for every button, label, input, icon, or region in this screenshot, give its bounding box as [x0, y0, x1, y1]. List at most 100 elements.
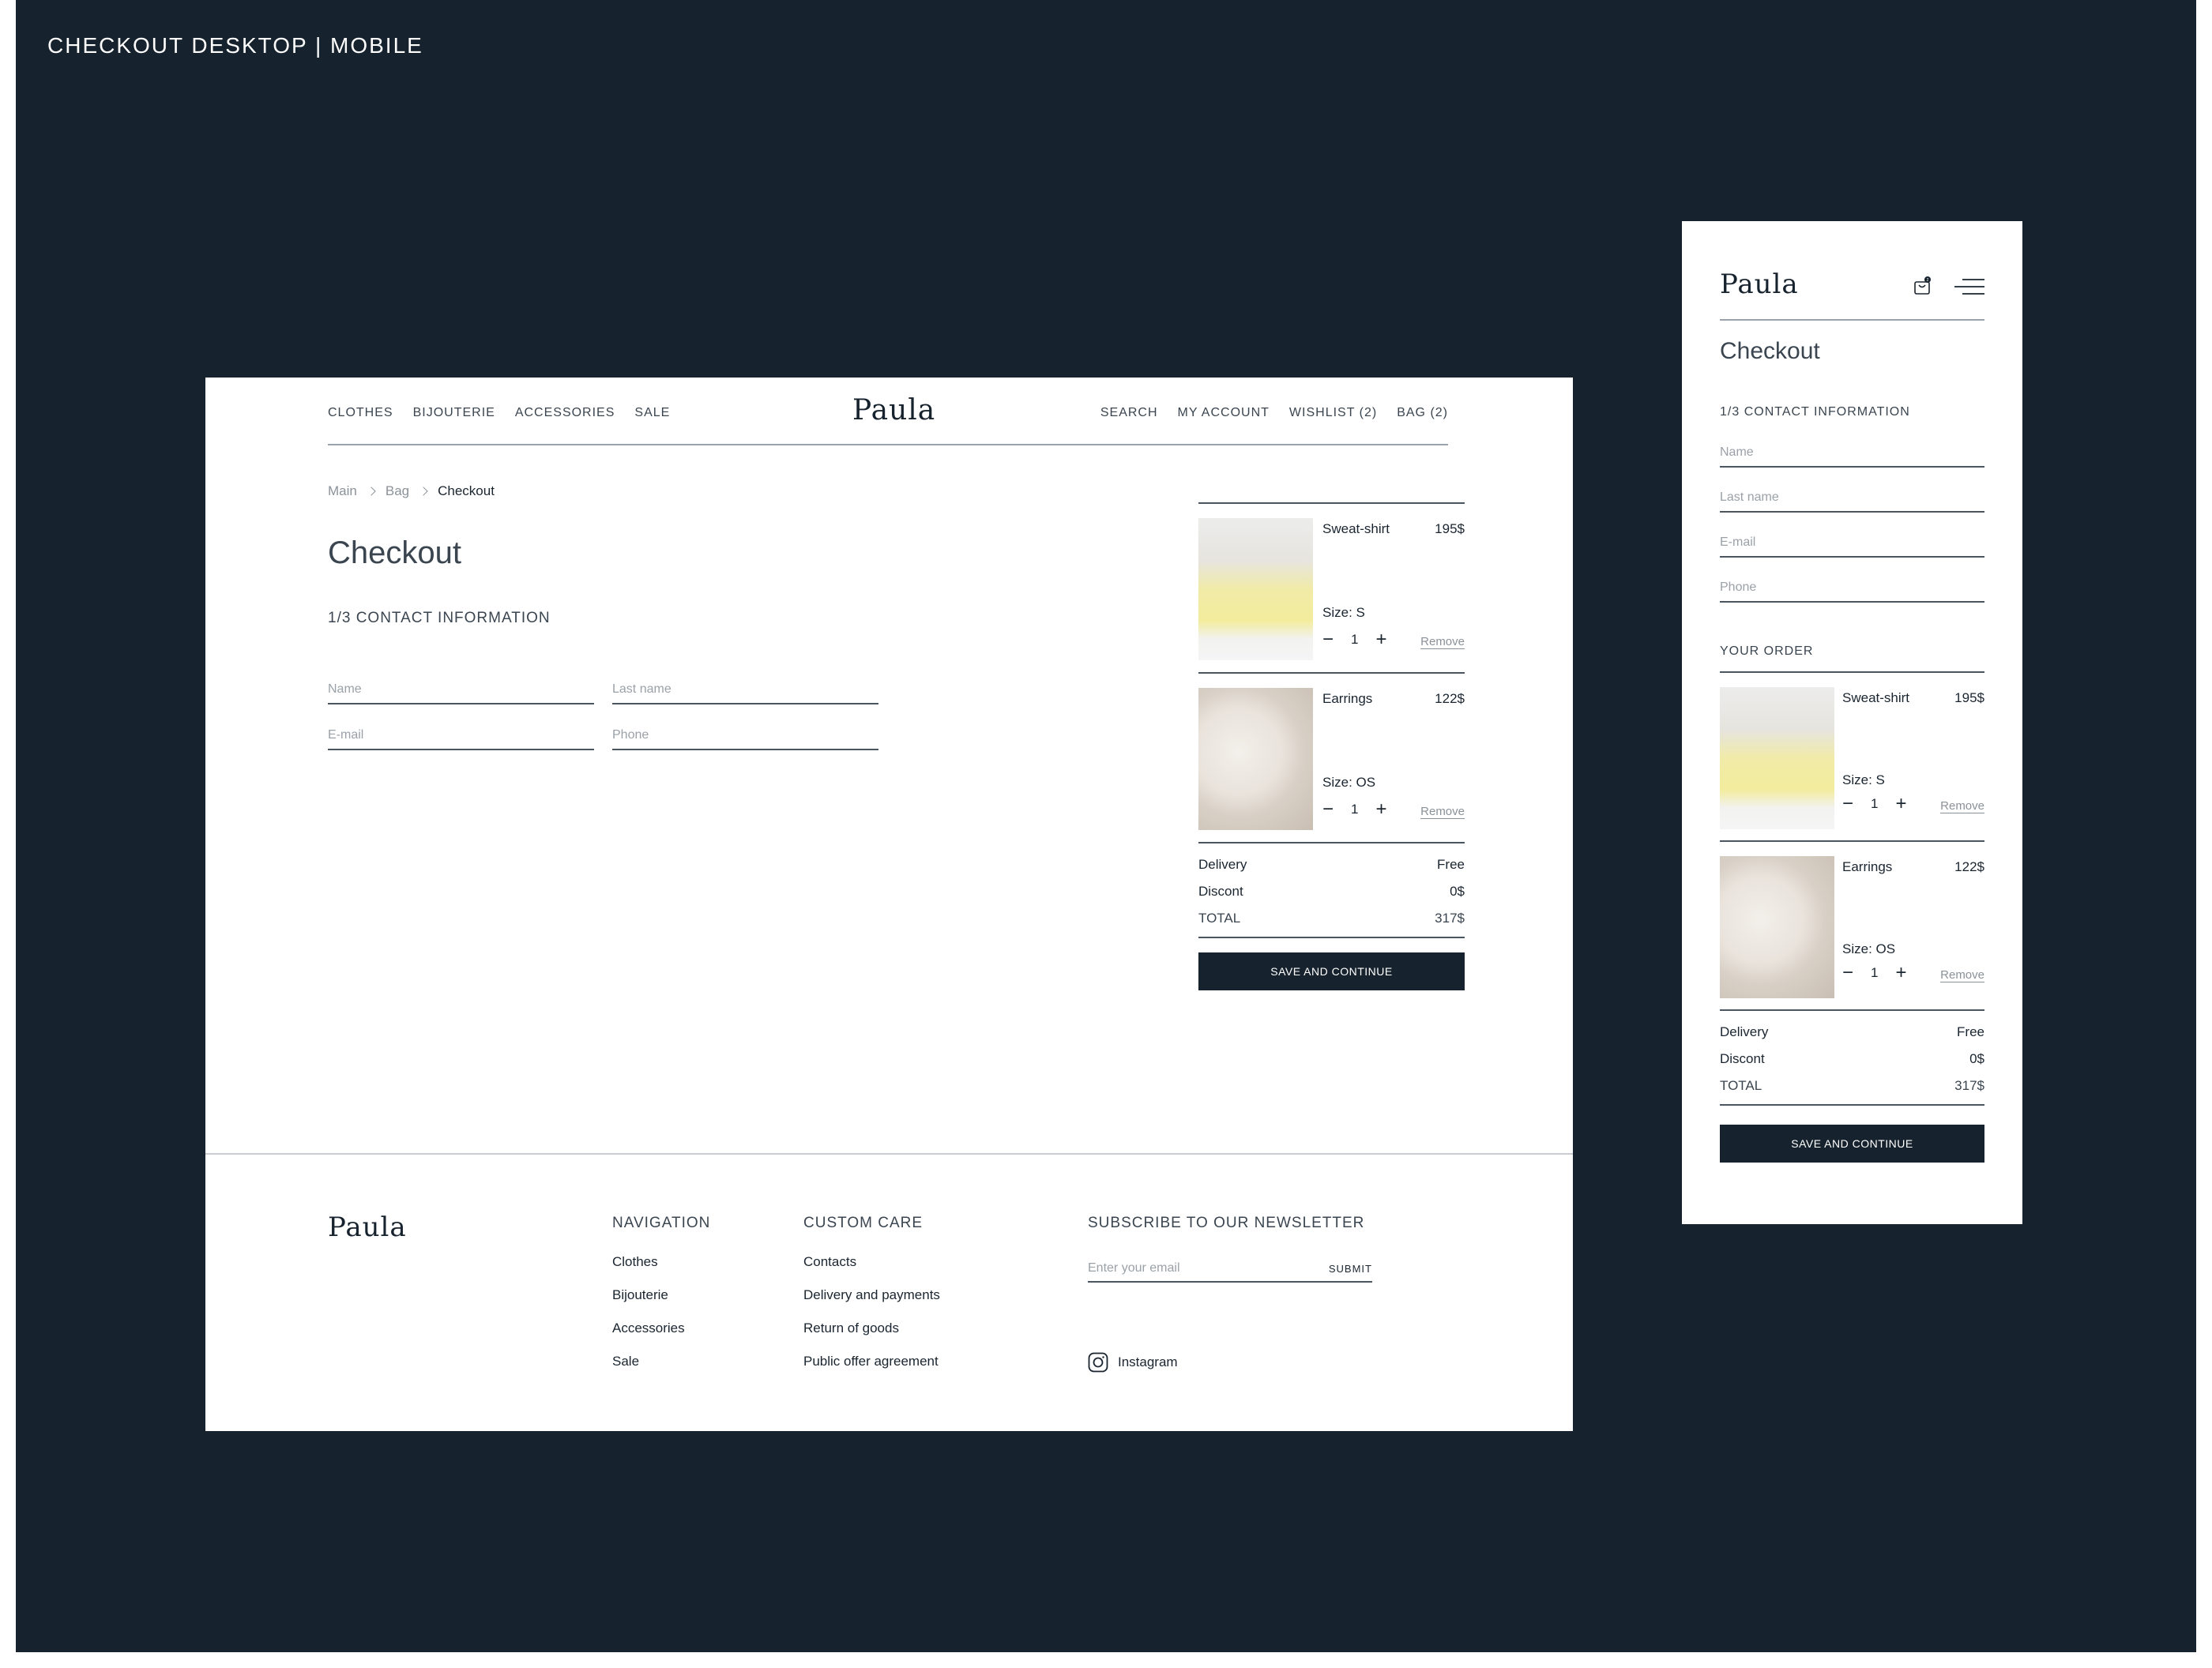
mobile-save-and-continue-button[interactable]: SAVE AND CONTINUE [1720, 1125, 1984, 1163]
item-name[interactable]: Sweat-shirt [1842, 690, 1909, 706]
desktop-checkout-frame: CLOTHES BIJOUTERIE ACCESSORIES SALE Paul… [205, 378, 1573, 1431]
hamburger-menu-icon[interactable] [1953, 278, 1984, 295]
plus-icon[interactable]: + [1375, 800, 1386, 819]
earrings-photo[interactable] [1198, 688, 1313, 830]
minus-icon[interactable]: − [1322, 630, 1334, 649]
newsletter-form: SUBMIT [1088, 1256, 1372, 1283]
order-totals: Delivery Free Discont 0$ TOTAL 317$ [1198, 843, 1465, 938]
discount-value: 0$ [1969, 1051, 1984, 1066]
delivery-value: Free [1957, 1024, 1984, 1039]
discount-row: Discont 0$ [1198, 878, 1465, 905]
footer-link-clothes[interactable]: Clothes [612, 1254, 710, 1287]
mobile-header: Paula 2 [1720, 269, 1984, 321]
quantity-stepper: − 1 + [1322, 800, 1387, 819]
plus-icon[interactable]: + [1895, 795, 1906, 813]
nav-wishlist[interactable]: WISHLIST (2) [1289, 406, 1377, 420]
shopping-bag-icon[interactable]: 2 [1913, 276, 1931, 295]
item-size: Size: S [1842, 772, 1885, 787]
brand-logo[interactable]: Paula [852, 394, 935, 426]
phone-input[interactable] [612, 727, 878, 744]
mobile-brand-logo[interactable]: Paula [1720, 269, 1799, 300]
breadcrumb-bag[interactable]: Bag [386, 483, 409, 499]
plus-icon[interactable]: + [1895, 964, 1906, 982]
nav-clothes[interactable]: CLOTHES [328, 406, 393, 420]
nav-sale[interactable]: SALE [634, 406, 670, 420]
item-name[interactable]: Earrings [1842, 859, 1892, 875]
bag-count-badge: 2 [1927, 278, 1929, 283]
minus-icon[interactable]: − [1842, 795, 1853, 813]
total-row: TOTAL 317$ [1198, 905, 1465, 932]
total-label: TOTAL [1198, 911, 1241, 926]
item-name[interactable]: Earrings [1322, 691, 1372, 707]
remove-button[interactable]: Remove [1420, 805, 1465, 819]
item-price: 195$ [1435, 521, 1465, 536]
name-input[interactable] [328, 681, 594, 698]
nav-search[interactable]: SEARCH [1100, 406, 1158, 420]
order-item: Earrings 122$ Size: OS − 1 + Remove [1198, 674, 1465, 843]
last-name-input[interactable] [612, 681, 878, 698]
mobile-phone-field [1720, 579, 1984, 603]
discount-value: 0$ [1450, 884, 1465, 899]
footer-link-contacts[interactable]: Contacts [803, 1254, 940, 1287]
footer-link-delivery[interactable]: Delivery and payments [803, 1287, 940, 1320]
quantity-value: 1 [1871, 965, 1879, 980]
submit-button[interactable]: SUBMIT [1329, 1263, 1372, 1275]
earrings-photo[interactable] [1720, 856, 1834, 998]
item-price: 122$ [1954, 859, 1984, 874]
footer-logo[interactable]: Paula [328, 1212, 407, 1243]
email-input[interactable] [328, 727, 594, 744]
footer-link-returns[interactable]: Return of goods [803, 1320, 940, 1354]
nav-accessories[interactable]: ACCESSORIES [515, 406, 615, 420]
remove-button[interactable]: Remove [1940, 799, 1984, 813]
quantity-stepper: − 1 + [1322, 630, 1387, 649]
presentation-canvas: CHECKOUT DESKTOP | MOBILE CLOTHES BIJOUT… [16, 0, 2196, 1652]
phone-field [612, 727, 878, 750]
plus-icon[interactable]: + [1375, 630, 1386, 649]
minus-icon[interactable]: − [1322, 800, 1334, 819]
total-value: 317$ [1954, 1078, 1984, 1093]
last-name-field [612, 681, 878, 704]
footer-link-sale[interactable]: Sale [612, 1354, 710, 1387]
newsletter-email-input[interactable] [1088, 1261, 1293, 1275]
remove-button[interactable]: Remove [1940, 968, 1984, 982]
quantity-stepper: − 1 + [1842, 795, 1907, 813]
nav-bag[interactable]: BAG (2) [1397, 406, 1448, 420]
footer-link-accessories[interactable]: Accessories [612, 1320, 710, 1354]
item-price: 122$ [1435, 691, 1465, 706]
mobile-last-name-input[interactable] [1720, 489, 1984, 506]
save-and-continue-button[interactable]: SAVE AND CONTINUE [1198, 952, 1465, 990]
remove-button[interactable]: Remove [1420, 635, 1465, 649]
item-name[interactable]: Sweat-shirt [1322, 521, 1390, 537]
quantity-value: 1 [1351, 802, 1359, 817]
footer-link-offer[interactable]: Public offer agreement [803, 1354, 940, 1387]
delivery-label: Delivery [1198, 857, 1247, 872]
mobile-name-input[interactable] [1720, 444, 1984, 461]
mobile-order-summary: Sweat-shirt 195$ Size: S − 1 + Remove Ea… [1720, 673, 1984, 1163]
mobile-name-field [1720, 444, 1984, 468]
mobile-phone-input[interactable] [1720, 579, 1984, 596]
nav-bijouterie[interactable]: BIJOUTERIE [413, 406, 495, 420]
instagram-label: Instagram [1118, 1354, 1178, 1369]
item-size: Size: OS [1322, 775, 1376, 790]
mobile-email-input[interactable] [1720, 534, 1984, 551]
discount-label: Discont [1198, 884, 1243, 899]
nav-my-account[interactable]: MY ACCOUNT [1178, 406, 1270, 420]
breadcrumb-main[interactable]: Main [328, 483, 357, 499]
chevron-right-icon [419, 486, 428, 496]
breadcrumb: Main Bag Checkout [328, 483, 495, 499]
desktop-header: CLOTHES BIJOUTERIE ACCESSORIES SALE Paul… [328, 394, 1448, 445]
chevron-right-icon [367, 486, 376, 496]
email-field [328, 727, 594, 750]
instagram-link[interactable]: Instagram [1088, 1352, 1178, 1373]
mobile-checkout-frame: Paula 2 Checkout 1/3 CONTACT INFORMATION [1682, 221, 2022, 1224]
quantity-value: 1 [1871, 796, 1879, 811]
minus-icon[interactable]: − [1842, 964, 1853, 982]
sweatshirt-photo[interactable] [1198, 518, 1313, 660]
footer-newsletter: SUBSCRIBE TO OUR NEWSLETTER SUBMIT Insta… [1088, 1215, 1372, 1388]
mobile-last-name-field [1720, 489, 1984, 513]
discount-label: Discont [1720, 1051, 1765, 1066]
delivery-value: Free [1437, 857, 1465, 872]
footer-link-bijouterie[interactable]: Bijouterie [612, 1287, 710, 1320]
order-item: Sweat-shirt 195$ Size: S − 1 + Remove [1720, 673, 1984, 842]
sweatshirt-photo[interactable] [1720, 687, 1834, 829]
